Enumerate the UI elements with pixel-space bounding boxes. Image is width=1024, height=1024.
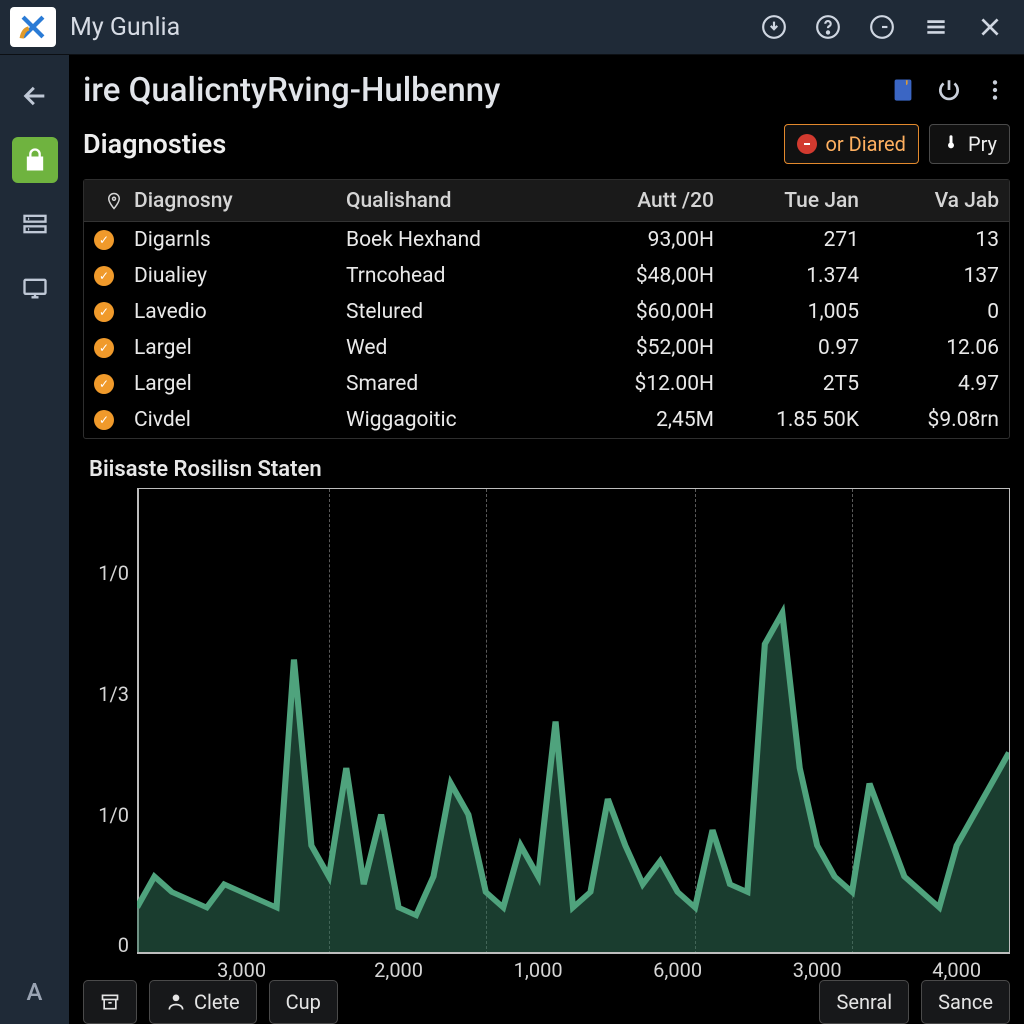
y-axis: 1/0 1/3 1/0 0 <box>87 489 133 954</box>
sidebar-bottom-label: A <box>27 978 43 1024</box>
diared-button[interactable]: or Diared <box>784 124 919 164</box>
cell-autt: $12.00H <box>554 372 714 396</box>
pry-button[interactable]: Pry <box>929 124 1010 164</box>
x-tick: 3,000 <box>793 958 842 982</box>
app-title: My Gunlia <box>70 13 180 42</box>
y-tick: 1/3 <box>98 682 129 706</box>
chart-panel: Biisaste Rosilisn Staten 1/0 1/3 1/0 0 3… <box>83 457 1010 954</box>
cell-qualishand: Wiggagoitic <box>344 408 554 432</box>
col-diagnosny[interactable]: Diagnosny <box>134 189 344 213</box>
col-tuejan[interactable]: Tue Jan <box>714 189 859 213</box>
table-row[interactable]: ✓ LavedioStelured$60,00H1,0050 <box>84 294 1009 330</box>
cell-diagnosny: Digarnls <box>134 228 344 252</box>
sance-label: Sance <box>938 990 993 1014</box>
subheader: Diagnosties or Diared Pry <box>83 119 1010 169</box>
table-row[interactable]: ✓ LargelWed$52,00H0.9712.06 <box>84 330 1009 366</box>
x-tick: 1,000 <box>514 958 563 982</box>
close-icon[interactable] <box>970 7 1010 47</box>
table-row[interactable]: ✓ CivdelWiggagoitic2,45M1.85 50K$9.08rn <box>84 402 1009 438</box>
table-row[interactable]: ✓ LargelSmared$12.00H2T54.97 <box>84 366 1009 402</box>
col-vajab[interactable]: Va Jab <box>859 189 999 213</box>
cell-tuejan: 1.85 50K <box>714 408 859 432</box>
check-icon: ✓ <box>94 338 114 358</box>
pry-label: Pry <box>968 132 997 156</box>
check-icon: ✓ <box>94 266 114 286</box>
settings-icon[interactable] <box>916 7 956 47</box>
clock-icon[interactable] <box>862 7 902 47</box>
cell-vajab: 137 <box>859 264 999 288</box>
cell-vajab: 4.97 <box>859 372 999 396</box>
app-logo <box>10 7 56 47</box>
x-axis: 3,000 2,000 1,000 6,000 3,000 4,000 <box>137 958 1009 988</box>
panel-button[interactable] <box>12 201 58 247</box>
cell-vajab: 12.06 <box>859 336 999 360</box>
chart-series <box>137 489 1009 954</box>
check-icon: ✓ <box>94 374 114 394</box>
table-header: Diagnosny Qualishand Autt /20 Tue Jan Va… <box>84 180 1009 222</box>
content: ire QualicntyRving-Hulbenny Diagnosties <box>69 55 1024 1024</box>
titlebar: My Gunlia <box>0 0 1024 55</box>
cell-vajab: $9.08rn <box>859 408 999 432</box>
cell-diagnosny: Largel <box>134 372 344 396</box>
cell-vajab: 13 <box>859 228 999 252</box>
cell-tuejan: 1,005 <box>714 300 859 324</box>
power-icon[interactable] <box>934 75 964 105</box>
kebab-icon[interactable] <box>980 75 1010 105</box>
cell-diagnosny: Diualiey <box>134 264 344 288</box>
cell-autt: 2,45M <box>554 408 714 432</box>
pin-icon[interactable] <box>94 192 134 210</box>
cell-qualishand: Smared <box>344 372 554 396</box>
archive-button[interactable] <box>83 980 137 1024</box>
chart-title: Biisaste Rosilisn Staten <box>89 457 1010 482</box>
clete-label: Clete <box>194 990 240 1014</box>
cell-vajab: 0 <box>859 300 999 324</box>
cell-diagnosny: Largel <box>134 336 344 360</box>
thermo-icon <box>942 132 960 156</box>
download-icon[interactable] <box>754 7 794 47</box>
cell-tuejan: 0.97 <box>714 336 859 360</box>
cell-tuejan: 2T5 <box>714 372 859 396</box>
cell-qualishand: Boek Hexhand <box>344 228 554 252</box>
device-button[interactable] <box>12 265 58 311</box>
table-row[interactable]: ✓ DiualieyTrncohead$48,00H1.374137 <box>84 258 1009 294</box>
page-title: ire QualicntyRving-Hulbenny <box>83 71 500 110</box>
back-button[interactable] <box>12 73 58 119</box>
page-subtitle: Diagnosties <box>83 128 226 160</box>
stop-icon <box>797 134 817 154</box>
check-icon: ✓ <box>94 302 114 322</box>
col-qualishand[interactable]: Qualishand <box>344 189 554 213</box>
cell-tuejan: 1.374 <box>714 264 859 288</box>
cell-autt: 93,00H <box>554 228 714 252</box>
cell-autt: $60,00H <box>554 300 714 324</box>
table-row[interactable]: ✓ DigarnlsBoek Hexhand93,00H27113 <box>84 222 1009 258</box>
cell-diagnosny: Lavedio <box>134 300 344 324</box>
cell-autt: $48,00H <box>554 264 714 288</box>
cell-qualishand: Wed <box>344 336 554 360</box>
diagnostics-table: Diagnosny Qualishand Autt /20 Tue Jan Va… <box>83 179 1010 439</box>
note-icon[interactable] <box>888 75 918 105</box>
sidebar: A <box>0 55 69 1024</box>
check-icon: ✓ <box>94 230 114 250</box>
x-tick: 2,000 <box>374 958 423 982</box>
x-tick: 3,000 <box>217 958 266 982</box>
check-icon: ✓ <box>94 410 114 430</box>
x-tick: 4,000 <box>932 958 981 982</box>
y-tick: 1/0 <box>98 561 129 585</box>
page-header: ire QualicntyRving-Hulbenny <box>83 67 1010 113</box>
cell-qualishand: Trncohead <box>344 264 554 288</box>
y-tick: 1/0 <box>98 803 129 827</box>
y-tick: 0 <box>118 933 129 957</box>
senral-label: Senral <box>836 990 892 1014</box>
chart-plot-area: 1/0 1/3 1/0 0 3,000 2,000 1,000 6,000 3,… <box>137 488 1010 954</box>
x-tick: 6,000 <box>653 958 702 982</box>
col-autt[interactable]: Autt /20 <box>554 189 714 213</box>
cell-qualishand: Stelured <box>344 300 554 324</box>
cell-tuejan: 271 <box>714 228 859 252</box>
cell-diagnosny: Civdel <box>134 408 344 432</box>
help-icon[interactable] <box>808 7 848 47</box>
diared-label: or Diared <box>825 132 906 156</box>
cell-autt: $52,00H <box>554 336 714 360</box>
secure-button[interactable] <box>12 137 58 183</box>
cup-label: Cup <box>286 990 321 1014</box>
